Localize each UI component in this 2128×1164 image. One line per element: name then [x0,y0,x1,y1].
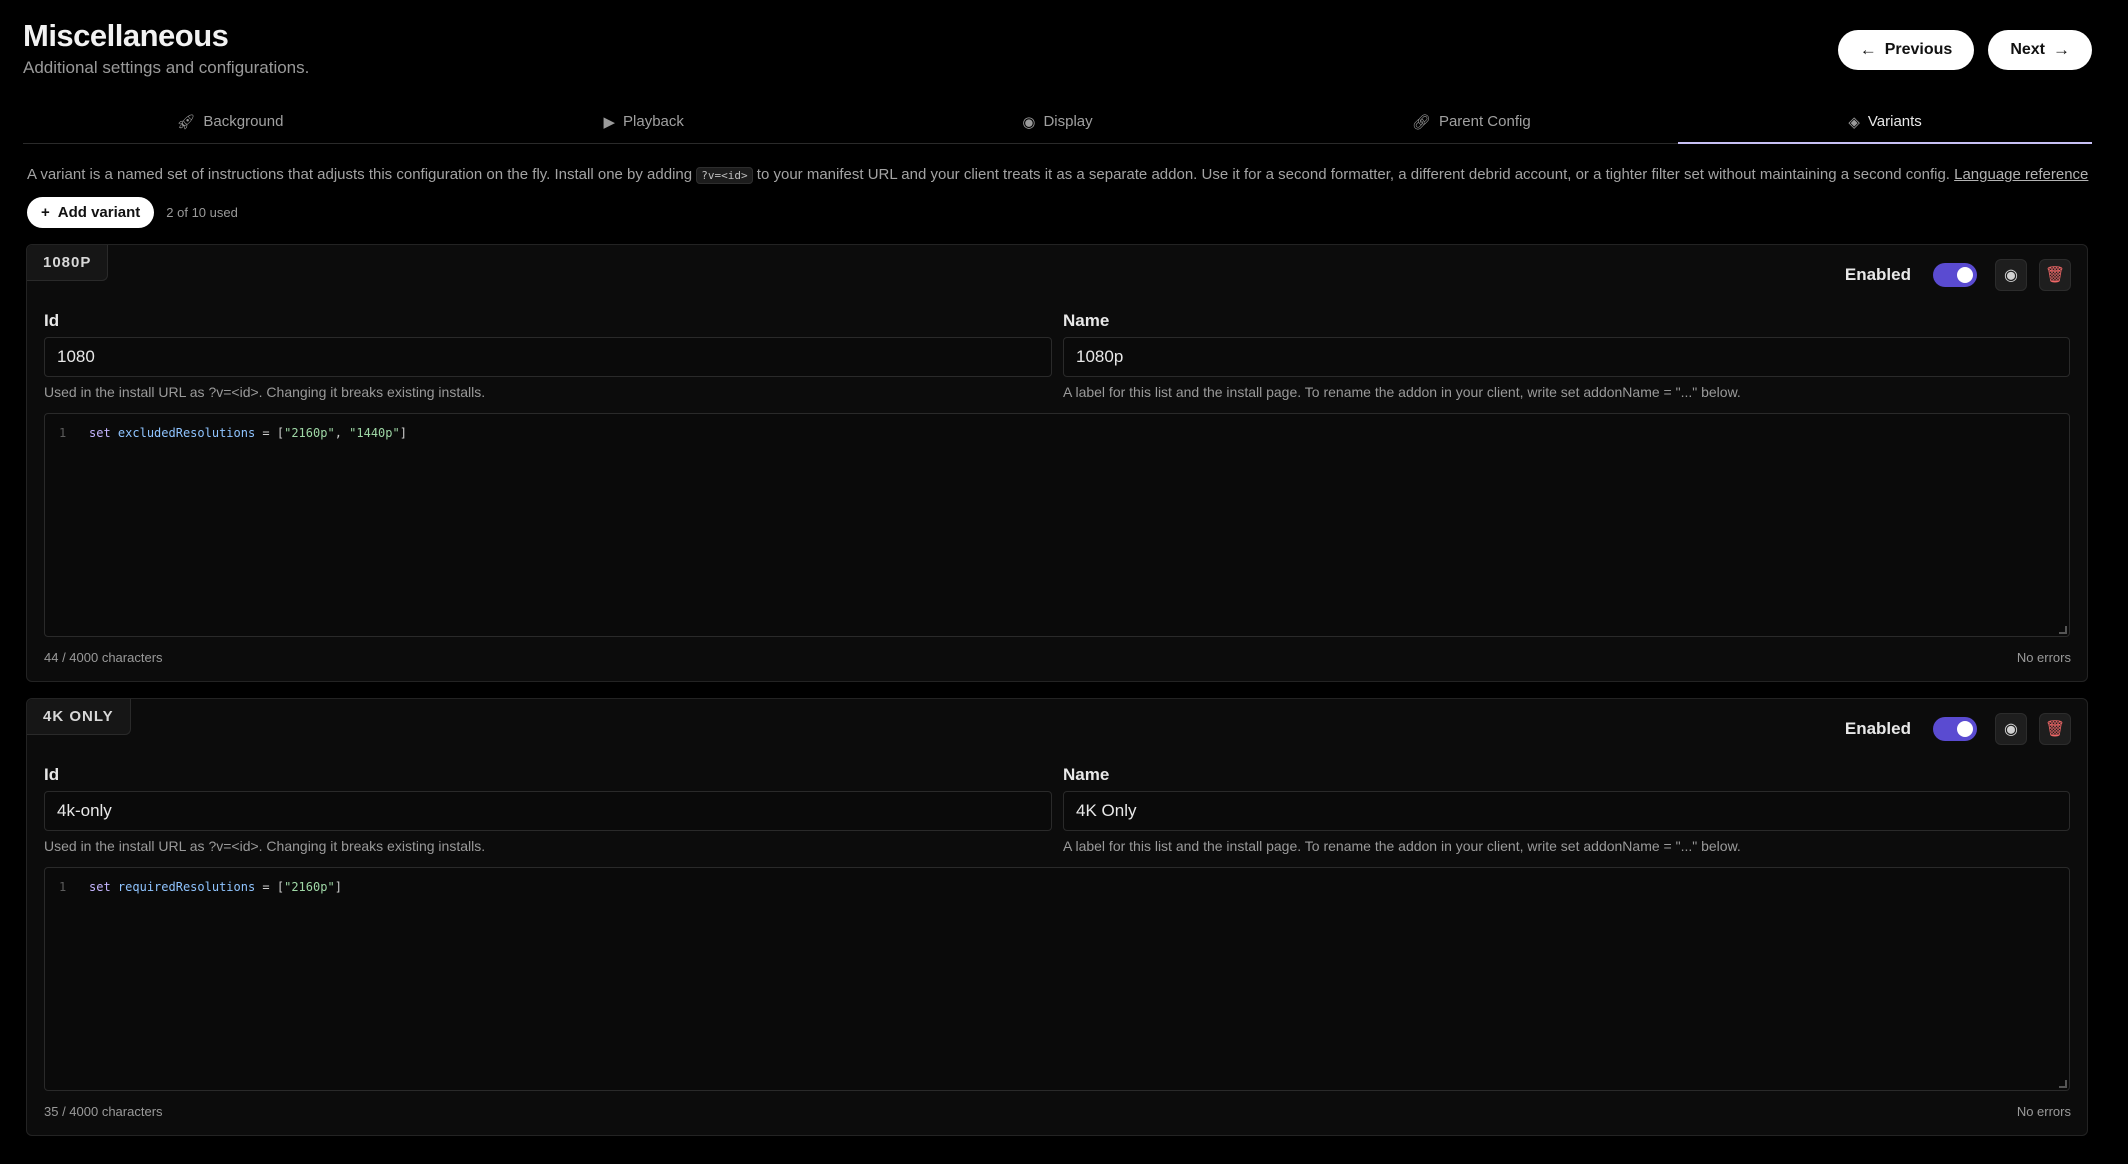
name-input[interactable]: 1080p [1063,337,2070,377]
eye-icon: ◉ [1022,113,1036,131]
arrow-right-icon: → [2053,40,2070,59]
page-header: Miscellaneous Additional settings and co… [23,18,309,78]
add-variant-label: Add variant [57,204,141,221]
variant-controls: Enabled ◉ 🗑︎ [1845,259,2071,291]
tab-bar: 🚀︎ Background ▶ Playback ◉ Display 🔗︎ Pa… [23,100,2092,144]
character-count: 35 / 4000 characters [44,1104,163,1119]
id-hint: Used in the install URL as ?v=<id>. Chan… [44,384,486,400]
name-input[interactable]: 4K Only [1063,791,2070,831]
page-title: Miscellaneous [23,18,229,53]
tab-playback[interactable]: ▶ Playback [437,100,851,143]
character-count: 44 / 4000 characters [44,650,163,665]
variants-description: A variant is a named set of instructions… [27,166,2088,184]
code-line: set requiredResolutions = ["2160p"] [89,880,342,894]
link-icon: 🔗︎ [1411,113,1431,131]
line-number: 1 [59,426,67,440]
tab-label: Display [1043,113,1093,130]
tab-label: Playback [623,113,684,130]
next-label: Next [2010,41,2045,58]
language-reference-link[interactable]: Language reference [1954,166,2088,183]
id-label: Id [44,765,60,784]
preview-button[interactable]: ◉ [1995,259,2027,291]
page-subtitle: Additional settings and configurations. [23,58,310,77]
code-editor[interactable]: 1 set excludedResolutions = ["2160p", "1… [44,413,2070,637]
previous-label: Previous [1884,41,1953,58]
code-identifier: excludedResolutions [117,426,256,440]
intro-text-2: to your manifest URL and your client tre… [752,166,1955,183]
delete-button[interactable]: 🗑︎ [2039,713,2071,745]
variant-badge: 4K ONLY [27,699,131,735]
arrow-left-icon: ← [1859,40,1877,59]
code-operator: = [ [255,880,285,894]
layers-icon: ◈ [1848,113,1860,131]
code-operator: = [ [255,426,285,440]
variant-badge: 1080P [27,245,109,281]
enabled-toggle[interactable] [1933,263,1977,287]
play-icon: ▶ [603,113,616,131]
tab-display[interactable]: ◉ Display [851,100,1265,143]
variant-card: 1080P Enabled ◉ 🗑︎ Id 1080 Used in the i… [26,244,2088,682]
trash-icon: 🗑︎ [2044,721,2066,738]
tab-label: Variants [1867,113,1922,130]
preview-button[interactable]: ◉ [1995,713,2027,745]
line-number: 1 [59,880,67,894]
intro-text: A variant is a named set of instructions… [27,166,697,183]
code-bracket: ] [399,426,407,440]
enabled-label: Enabled [1844,719,1911,738]
resize-handle[interactable] [2059,626,2067,634]
id-hint: Used in the install URL as ?v=<id>. Chan… [44,838,486,854]
tab-background[interactable]: 🚀︎ Background [23,100,437,143]
add-variant-button[interactable]: + Add variant [27,197,155,228]
variant-controls: Enabled ◉ 🗑︎ [1845,713,2071,745]
tab-variants[interactable]: ◈ Variants [1678,100,2092,144]
resize-handle[interactable] [2059,1080,2067,1088]
delete-button[interactable]: 🗑︎ [2039,259,2071,291]
name-label: Name [1063,765,1110,784]
code-identifier: requiredResolutions [117,880,256,894]
code-string: "2160p" [284,426,335,440]
name-label: Name [1063,311,1110,330]
add-variant-row: + Add variant 2 of 10 used [27,197,238,228]
enabled-label: Enabled [1844,265,1911,284]
tab-label: Parent Config [1438,113,1531,130]
variants-used-count: 2 of 10 used [166,205,238,220]
tab-label: Background [203,113,284,130]
enabled-toggle[interactable] [1933,717,1977,741]
eye-icon: ◉ [2004,267,2018,284]
previous-button[interactable]: ← Previous [1837,30,1975,70]
plus-icon: + [41,204,50,221]
code-string: "1440p" [349,426,400,440]
tab-parent-config[interactable]: 🔗︎ Parent Config [1264,100,1678,143]
error-status: No errors [2016,650,2071,665]
error-status: No errors [2016,1104,2071,1119]
code-separator: , [334,426,350,440]
code-string: "2160p" [284,880,335,894]
trash-icon: 🗑︎ [2044,267,2066,284]
code-keyword: set [89,880,111,894]
code-line: set excludedResolutions = ["2160p", "144… [89,426,407,440]
wizard-nav: ← Previous Next → [1837,30,2092,70]
rocket-icon: 🚀︎ [176,113,196,131]
intro-code: ?v=<id> [696,167,753,184]
name-hint: A label for this list and the install pa… [1063,384,1741,400]
id-label: Id [44,311,60,330]
next-button[interactable]: Next → [1988,30,2092,70]
variant-card: 4K ONLY Enabled ◉ 🗑︎ Id 4k-only Used in … [26,698,2088,1136]
name-hint: A label for this list and the install pa… [1063,838,1741,854]
id-input[interactable]: 1080 [44,337,1052,377]
code-keyword: set [89,426,111,440]
id-input[interactable]: 4k-only [44,791,1052,831]
code-bracket: ] [334,880,342,894]
code-editor[interactable]: 1 set requiredResolutions = ["2160p"] [44,867,2070,1091]
eye-icon: ◉ [2004,721,2018,738]
